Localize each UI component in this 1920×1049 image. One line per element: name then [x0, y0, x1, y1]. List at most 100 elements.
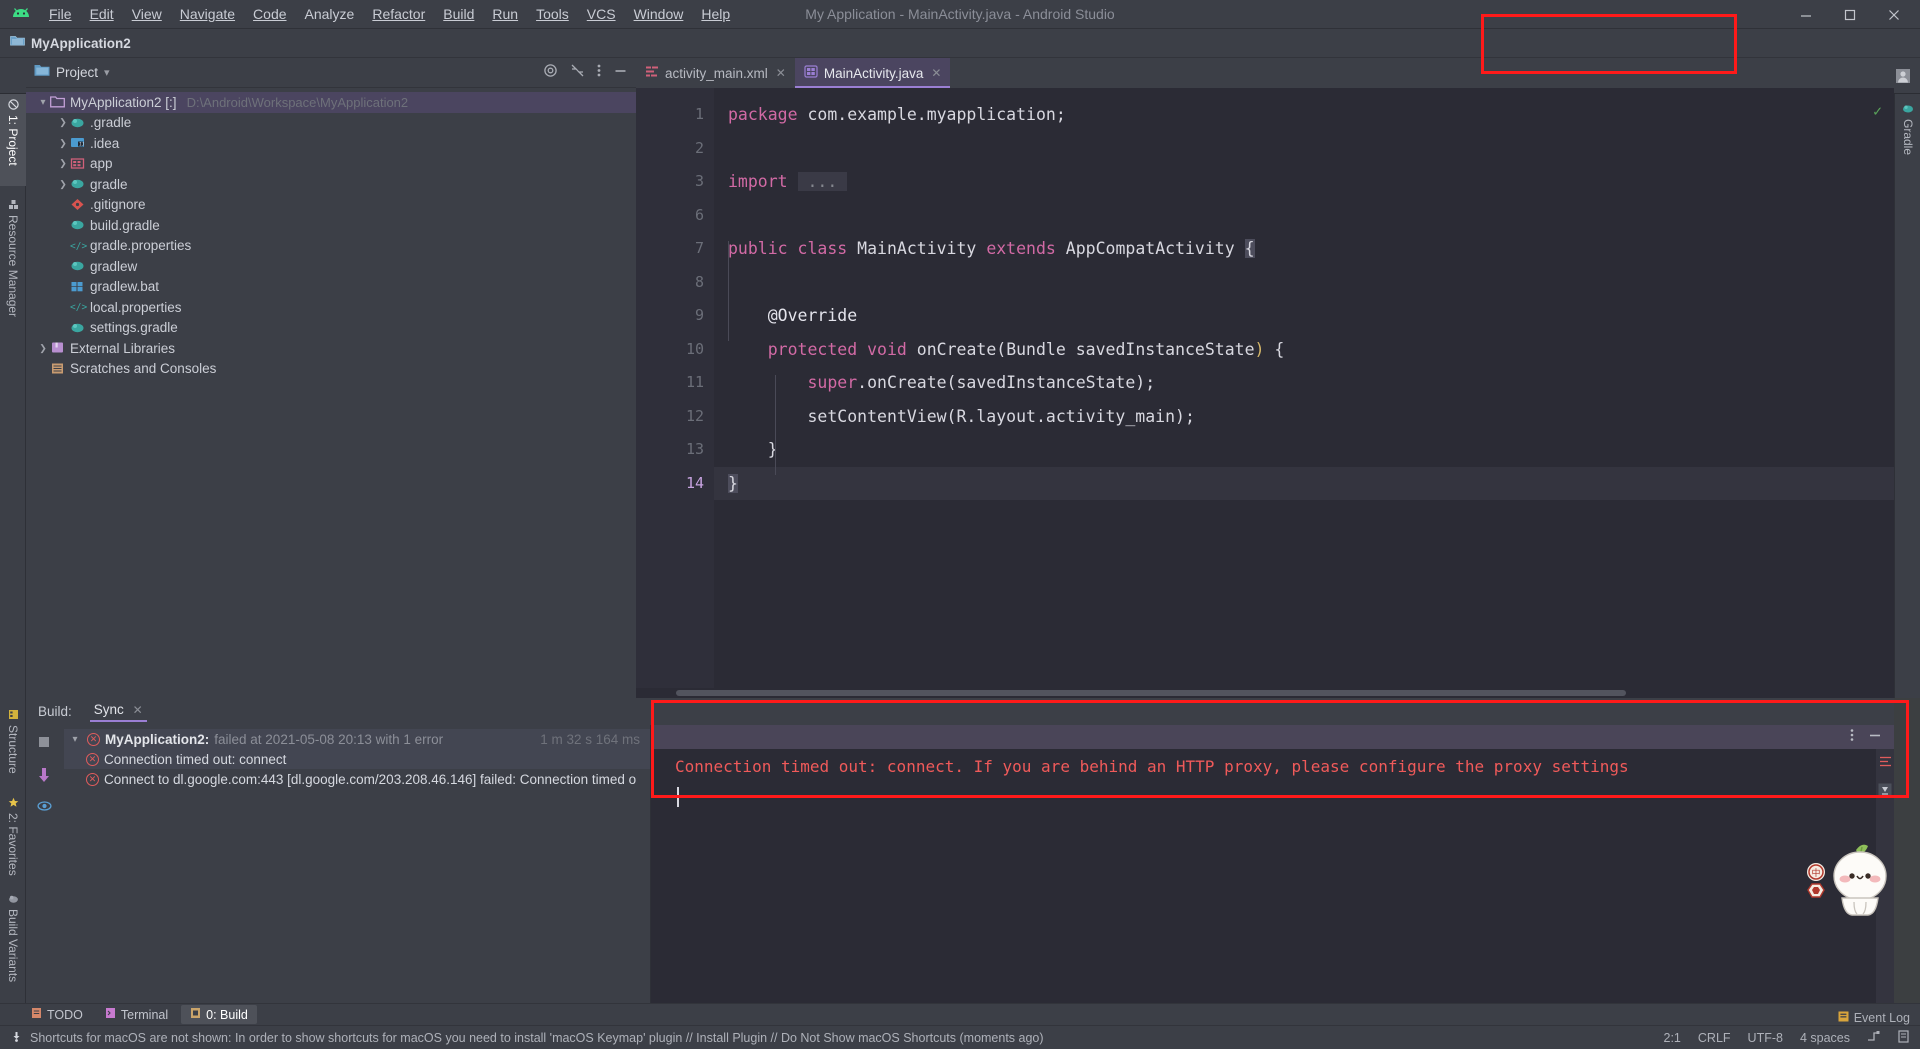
- tab-activity-main-xml[interactable]: activity_main.xml ✕: [636, 58, 795, 88]
- tree-item-build-gradle-label: build.gradle: [90, 217, 160, 233]
- sidebar-item-gradle[interactable]: Gradle: [1895, 98, 1920, 178]
- sidebar-item-build-variants[interactable]: Build Variants: [0, 888, 26, 1004]
- build-sync-tab[interactable]: Sync ✕: [89, 702, 147, 722]
- code-line-10: protected void onCreate(Bundle savedInst…: [767, 339, 1285, 359]
- build-results-tree: ✕ MyApplication2: failed at 2021-05-08 2…: [64, 725, 650, 789]
- tree-item-app-module[interactable]: app: [26, 154, 636, 175]
- menu-tools-label: Tools: [536, 6, 569, 22]
- bottom-tool-window-bar: TODO Terminal 0: Build: [0, 1003, 1920, 1025]
- sidebar-item-favorites[interactable]: 2: Favorites: [0, 792, 26, 888]
- inspection-ok-icon[interactable]: ✓: [1873, 102, 1882, 120]
- menu-analyze[interactable]: Analyze: [296, 3, 364, 25]
- options-menu-icon[interactable]: [1850, 728, 1854, 747]
- status-bar-message[interactable]: Shortcuts for macOS are not shown: In or…: [30, 1031, 1044, 1045]
- code-line-13: }: [767, 440, 778, 459]
- scroll-to-end-icon[interactable]: [1878, 783, 1892, 802]
- sidebar-item-resource-manager[interactable]: Resource Manager: [0, 194, 26, 344]
- tree-item-external-libraries[interactable]: External Libraries: [26, 338, 636, 359]
- tree-item-gitignore-label: .gitignore: [90, 197, 146, 213]
- git-branch-icon[interactable]: [1867, 1030, 1880, 1046]
- menu-build[interactable]: Build: [434, 3, 483, 25]
- menu-navigate[interactable]: Navigate: [171, 3, 244, 25]
- editor-horizontal-scrollbar[interactable]: [636, 688, 1894, 698]
- chevron-right-icon[interactable]: [56, 158, 70, 169]
- caret-position[interactable]: 2:1: [1664, 1031, 1681, 1045]
- sidebar-item-project[interactable]: 1: Project: [0, 94, 26, 186]
- code-content[interactable]: package com.example.myapplication; impor…: [714, 88, 1894, 698]
- line-number: 6: [694, 205, 704, 224]
- tree-item-gradle-properties[interactable]: </> gradle.properties: [26, 236, 636, 257]
- menu-file[interactable]: File: [40, 3, 81, 25]
- line-separator[interactable]: CRLF: [1698, 1031, 1731, 1045]
- event-log-button[interactable]: Event Log: [1838, 1011, 1910, 1025]
- window-controls: [1784, 0, 1916, 29]
- tree-item-build-gradle[interactable]: build.gradle: [26, 215, 636, 236]
- chevron-down-icon[interactable]: [36, 97, 50, 108]
- close-icon[interactable]: ✕: [931, 66, 941, 80]
- eye-icon[interactable]: [37, 799, 53, 815]
- build-row-error-2[interactable]: ✕ Connect to dl.google.com:443 [dl.googl…: [64, 769, 650, 789]
- tree-item-gitignore[interactable]: .gitignore: [26, 195, 636, 216]
- chevron-down-icon[interactable]: ▾: [104, 66, 110, 79]
- indent-setting[interactable]: 4 spaces: [1800, 1031, 1850, 1045]
- chevron-down-icon[interactable]: [68, 734, 82, 745]
- bottom-tab-terminal[interactable]: Terminal: [96, 1005, 177, 1024]
- gradle-folder-icon: [70, 177, 86, 191]
- gradle-file-icon: [70, 259, 86, 273]
- chevron-right-icon[interactable]: [56, 179, 70, 190]
- code-editor[interactable]: 1 2 3 6 7 8 9 10 11 12 13 14 package com…: [636, 88, 1894, 698]
- bottom-tab-todo[interactable]: TODO: [22, 1005, 92, 1024]
- menu-code[interactable]: Code: [244, 3, 295, 25]
- options-menu-icon[interactable]: [597, 63, 601, 83]
- close-icon[interactable]: ✕: [776, 66, 786, 80]
- hide-panel-icon[interactable]: [613, 63, 628, 83]
- scroll-from-source-icon[interactable]: [543, 63, 558, 83]
- bottom-tab-terminal-label: Terminal: [120, 1007, 169, 1022]
- tree-item-gradle-wrapper-dir[interactable]: gradle: [26, 174, 636, 195]
- tree-item-idea-dir-label: .idea: [90, 135, 120, 151]
- chevron-right-icon[interactable]: [36, 343, 50, 354]
- tree-item-scratches[interactable]: Scratches and Consoles: [26, 359, 636, 380]
- tab-main-activity-java[interactable]: MainActivity.java ✕: [794, 58, 951, 88]
- menu-vcs[interactable]: VCS: [578, 3, 625, 25]
- sidebar-item-structure[interactable]: Structure: [0, 704, 26, 792]
- menu-help[interactable]: Help: [692, 3, 739, 25]
- menu-run[interactable]: Run: [483, 3, 527, 25]
- file-encoding[interactable]: UTF-8: [1748, 1031, 1783, 1045]
- close-button[interactable]: [1872, 0, 1916, 29]
- editor-gutter[interactable]: 1 2 3 6 7 8 9 10 11 12 13 14: [636, 88, 714, 698]
- memory-indicator-icon[interactable]: [1897, 1029, 1910, 1046]
- pin-icon[interactable]: [37, 767, 53, 783]
- notification-icon[interactable]: [10, 1030, 23, 1046]
- tree-item-gradlew-bat[interactable]: gradlew.bat: [26, 277, 636, 298]
- maximize-button[interactable]: [1828, 0, 1872, 29]
- hide-panel-icon[interactable]: [1868, 728, 1882, 747]
- tree-item-gradlew-label: gradlew: [90, 258, 138, 274]
- terminal-icon: [105, 1007, 116, 1022]
- tree-item-local-properties[interactable]: </> local.properties: [26, 297, 636, 318]
- menu-refactor[interactable]: Refactor: [363, 3, 434, 25]
- chevron-right-icon[interactable]: [56, 138, 70, 149]
- stop-build-icon[interactable]: [37, 735, 53, 751]
- tree-item-settings-gradle[interactable]: settings.gradle: [26, 318, 636, 339]
- menu-edit[interactable]: Edit: [81, 3, 123, 25]
- menu-tools[interactable]: Tools: [527, 3, 578, 25]
- build-panel-body: ✕ MyApplication2: failed at 2021-05-08 2…: [26, 725, 1894, 1006]
- build-row-root[interactable]: ✕ MyApplication2: failed at 2021-05-08 2…: [64, 729, 650, 749]
- tree-item-gradlew[interactable]: gradlew: [26, 256, 636, 277]
- collapse-all-icon[interactable]: [570, 63, 585, 83]
- tree-item-idea-dir[interactable]: IJ .idea: [26, 133, 636, 154]
- minimize-button[interactable]: [1784, 0, 1828, 29]
- soft-wrap-icon[interactable]: [1879, 755, 1892, 773]
- tree-item-gradle-dir[interactable]: .gradle: [26, 113, 636, 134]
- bottom-tab-build[interactable]: 0: Build: [181, 1005, 257, 1024]
- menu-window[interactable]: Window: [625, 3, 693, 25]
- breadcrumb-project[interactable]: MyApplication2: [31, 36, 131, 51]
- tree-item-root[interactable]: MyApplication2 [:] D:\Android\Workspace\…: [26, 92, 636, 113]
- chevron-right-icon[interactable]: [56, 117, 70, 128]
- build-row-error-1[interactable]: ✕ Connection timed out: connect: [64, 749, 650, 769]
- line-number: 8: [694, 272, 704, 291]
- menu-view[interactable]: View: [123, 3, 171, 25]
- close-icon[interactable]: ✕: [133, 703, 143, 717]
- android-studio-logo-icon: [10, 6, 32, 22]
